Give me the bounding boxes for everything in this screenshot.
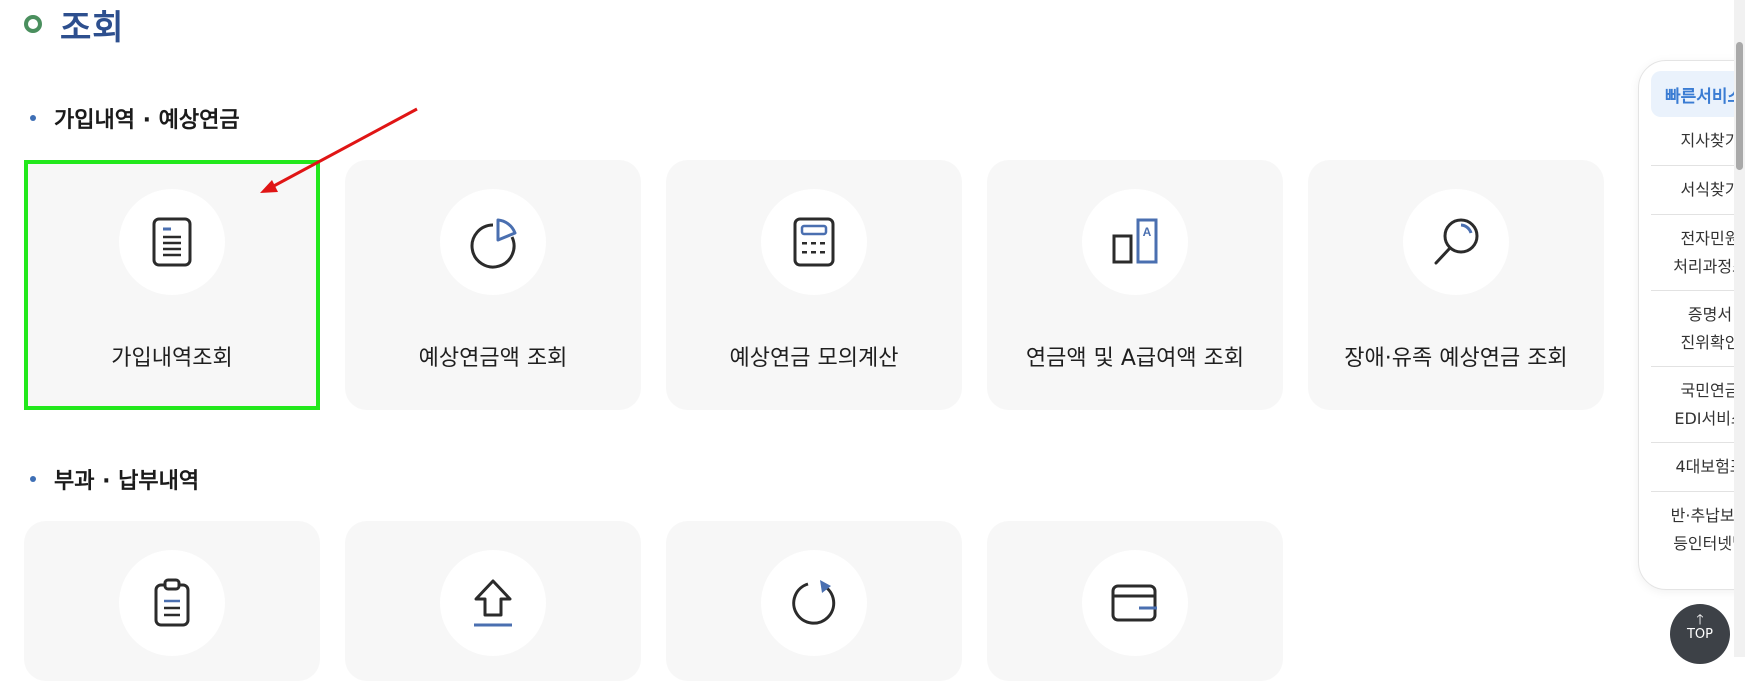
icon-circle — [761, 550, 867, 656]
card-label: 연금액 및 A급여액 조회 — [1025, 346, 1245, 371]
page-scrollbar[interactable] — [1734, 0, 1745, 657]
section-title-subscription: 가입내역 · 예상연금 — [30, 102, 240, 134]
page-heading: 조회 — [24, 2, 125, 48]
card-label: 예상연금액 조회 — [418, 346, 568, 371]
card-subscription-history[interactable]: 가입내역조회 — [24, 160, 320, 410]
quick-item-label: 서식찾기 — [1680, 180, 1740, 199]
quick-service-panel: 빠른서비스 지사찾기 서식찾기 전자민원 처리과정조 증명서 진위확인 국민연금… — [1638, 60, 1745, 590]
icon-circle — [1403, 189, 1509, 295]
scroll-top-button[interactable]: 🡑 TOP — [1670, 604, 1730, 664]
wallet-icon — [1111, 584, 1157, 622]
svg-text:A: A — [1143, 225, 1152, 239]
card-billing-2[interactable] — [345, 521, 641, 681]
quick-item-label: EDI서비스 — [1674, 408, 1745, 428]
quick-item-return-payment[interactable]: 반·추납보험 등인터넷납 — [1651, 492, 1745, 567]
scrollbar-thumb[interactable] — [1736, 42, 1743, 170]
card-billing-3[interactable] — [666, 521, 962, 681]
card-billing-1[interactable] — [24, 521, 320, 681]
quick-service-title[interactable]: 빠른서비스 — [1651, 71, 1745, 117]
section-title-billing: 부과 · 납부내역 — [30, 463, 199, 495]
icon-circle — [119, 550, 225, 656]
bullet-icon — [30, 476, 36, 482]
quick-item-label: 진위확인 — [1680, 332, 1740, 352]
page-title: 조회 — [60, 7, 125, 48]
icon-circle — [119, 189, 225, 295]
card-label: 예상연금 모의계산 — [729, 346, 899, 371]
card-label: 가입내역조회 — [111, 346, 233, 371]
icon-circle: A — [1082, 189, 1188, 295]
quick-item-e-civil-process[interactable]: 전자민원 처리과정조 — [1651, 215, 1745, 291]
clipboard-icon — [154, 578, 190, 627]
quick-item-certificate-verify[interactable]: 증명서 진위확인 — [1651, 291, 1745, 367]
card-label: 장애·유족 예상연금 조회 — [1344, 346, 1568, 371]
icon-circle — [440, 189, 546, 295]
quick-item-label: 등인터넷납 — [1673, 533, 1745, 553]
refresh-icon — [792, 580, 836, 625]
bullet-icon — [30, 115, 36, 121]
icon-circle — [761, 189, 867, 295]
upload-arrow-icon — [474, 579, 512, 627]
quick-item-edi-service[interactable]: 국민연금 EDI서비스 — [1651, 367, 1745, 443]
quick-item-label: 국민연금 — [1680, 380, 1740, 400]
quick-item-label: 4대보험포 — [1675, 457, 1745, 476]
a-grade-bars-icon: A — [1112, 218, 1158, 264]
quick-item-form-finder[interactable]: 서식찾기 — [1651, 166, 1745, 215]
heading-ring-icon — [24, 15, 42, 33]
arrow-up-icon: 🡑 — [1696, 612, 1704, 628]
card-expected-pension[interactable]: 예상연금액 조회 — [345, 160, 641, 410]
icon-circle — [440, 550, 546, 656]
quick-item-label: 처리과정조 — [1673, 256, 1745, 276]
card-pension-simulation[interactable]: 예상연금 모의계산 — [666, 160, 962, 410]
document-list-icon — [152, 217, 192, 267]
quick-item-4-insurance-portal[interactable]: 4대보험포 — [1651, 443, 1745, 492]
calculator-icon — [793, 217, 835, 267]
quick-item-branch-finder[interactable]: 지사찾기 — [1651, 117, 1745, 166]
section-title-label: 가입내역 · 예상연금 — [54, 108, 240, 133]
card-billing-4[interactable] — [987, 521, 1283, 681]
card-a-grade-benefit[interactable]: A 연금액 및 A급여액 조회 — [987, 160, 1283, 410]
quick-item-label: 반·추납보험 — [1670, 505, 1745, 525]
magnifier-icon — [1434, 218, 1479, 265]
section-title-label: 부과 · 납부내역 — [54, 469, 200, 494]
card-disability-survivor-pension[interactable]: 장애·유족 예상연금 조회 — [1308, 160, 1604, 410]
icon-circle — [1082, 550, 1188, 656]
top-button-label: TOP — [1686, 627, 1713, 642]
quick-item-label: 지사찾기 — [1680, 131, 1740, 150]
pie-chart-icon — [470, 218, 517, 269]
quick-item-label: 전자민원 — [1680, 228, 1740, 248]
quick-item-label: 증명서 — [1687, 304, 1733, 324]
